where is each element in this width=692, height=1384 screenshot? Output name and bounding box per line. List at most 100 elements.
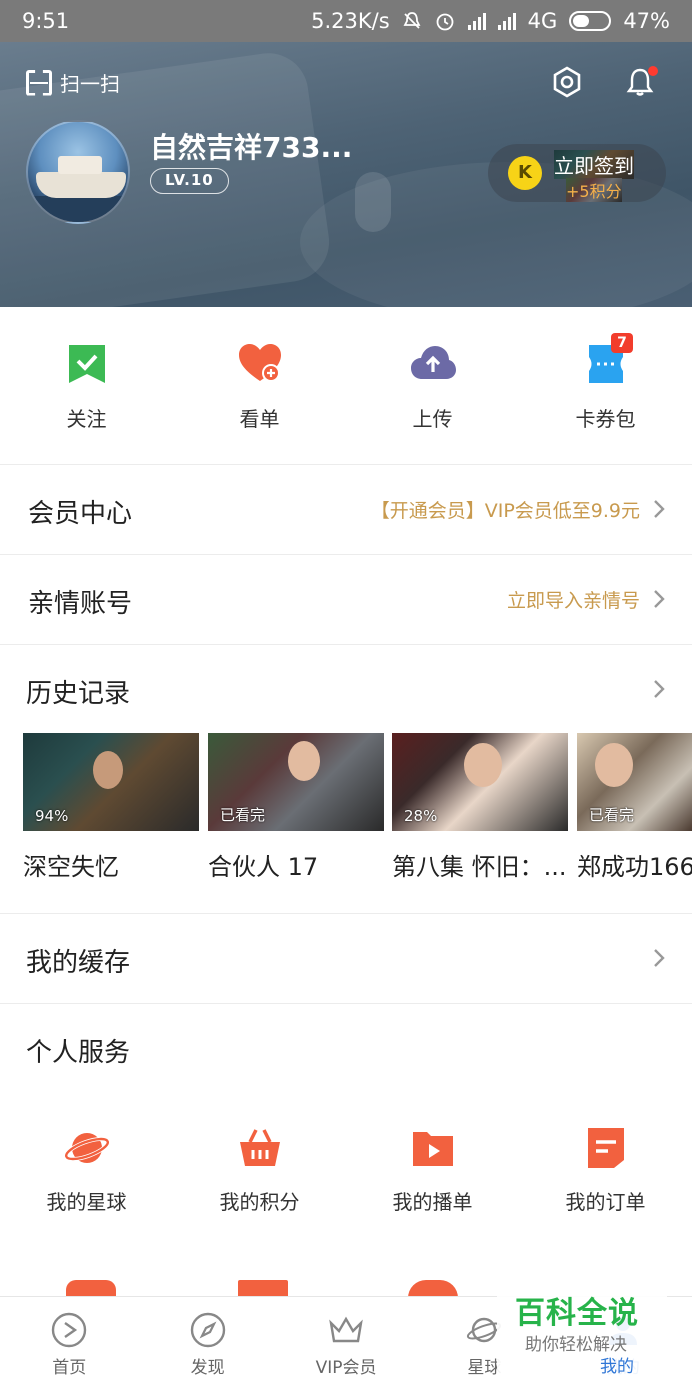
planet-icon bbox=[63, 1133, 110, 1163]
watermark-title: 百科全说 bbox=[515, 1296, 639, 1331]
history-progress: 已看完 bbox=[589, 806, 635, 824]
avatar[interactable] bbox=[26, 120, 130, 224]
chevron-right-icon bbox=[654, 680, 665, 698]
crown-icon bbox=[329, 1316, 363, 1343]
playlist-icon bbox=[412, 1132, 453, 1166]
vip-center-promo: 【开通会员】VIP会员低至9.9元 bbox=[370, 500, 640, 522]
quick-watchlist[interactable]: 看单 bbox=[173, 307, 346, 465]
play-circle-icon bbox=[52, 1312, 87, 1348]
tab-home[interactable]: 首页 bbox=[0, 1297, 138, 1384]
history-item-title: 深空失忆 bbox=[23, 853, 119, 881]
coin-icon: K bbox=[508, 156, 542, 190]
thumb-figure bbox=[464, 743, 502, 787]
bookmark-check-icon bbox=[68, 345, 105, 383]
service-playlist[interactable]: 我的播单 bbox=[346, 1110, 519, 1230]
quick-follow[interactable]: 关注 bbox=[0, 307, 173, 465]
chevron-right-icon bbox=[654, 949, 665, 967]
avatar-cabin bbox=[58, 156, 102, 174]
tab-mine-label-overlay: 我的 bbox=[600, 1357, 634, 1377]
mute-icon bbox=[403, 12, 421, 29]
vip-center-title: 会员中心 bbox=[28, 499, 133, 529]
history-progress: 94% bbox=[35, 807, 69, 825]
tab-home-label: 首页 bbox=[52, 1358, 87, 1378]
history-item[interactable]: 已看完 合伙人 17 bbox=[208, 733, 384, 882]
quick-follow-label: 关注 bbox=[66, 407, 107, 431]
history-item-title: 第八集 怀旧：... bbox=[392, 853, 567, 881]
network-type: 4G bbox=[527, 9, 558, 33]
heart-plus-icon bbox=[238, 344, 281, 382]
scan-button[interactable]: 扫一扫 bbox=[26, 68, 120, 97]
tab-discover-label: 发现 bbox=[190, 1358, 225, 1378]
service-points[interactable]: 我的积分 bbox=[173, 1110, 346, 1230]
chevron-right-icon bbox=[654, 500, 665, 518]
chevron-right-icon bbox=[654, 590, 665, 608]
scan-label: 扫一扫 bbox=[60, 72, 120, 96]
alarm-icon bbox=[436, 13, 454, 31]
avatar-boat bbox=[36, 172, 126, 198]
family-account-sub: 立即导入亲情号 bbox=[506, 590, 640, 612]
cloud-upload-icon bbox=[410, 346, 456, 379]
vip-center-row[interactable]: 会员中心 【开通会员】VIP会员低至9.9元 bbox=[0, 465, 692, 554]
video-thumbnail: 94% bbox=[23, 733, 199, 831]
order-icon bbox=[587, 1128, 624, 1168]
quick-coupons-label: 卡券包 bbox=[575, 407, 636, 431]
history-row[interactable]: 历史记录 bbox=[0, 645, 692, 734]
history-progress: 已看完 bbox=[220, 806, 266, 824]
quick-actions: 关注 看单 上传 卡券包 bbox=[0, 307, 692, 465]
compass-icon bbox=[190, 1312, 225, 1348]
signal-icon bbox=[467, 12, 486, 30]
scan-icon bbox=[26, 70, 52, 96]
quick-upload[interactable]: 上传 bbox=[346, 307, 519, 465]
battery-icon bbox=[569, 11, 612, 31]
tab-vip[interactable]: VIP会员 bbox=[277, 1297, 415, 1384]
thumb-figure bbox=[288, 741, 320, 781]
status-time: 9:51 bbox=[22, 9, 70, 33]
services-header: 个人服务 bbox=[0, 1004, 692, 1093]
family-account-row[interactable]: 亲情账号 立即导入亲情号 bbox=[0, 555, 692, 644]
video-thumbnail: 已看完 bbox=[208, 733, 384, 831]
cache-title: 我的缓存 bbox=[26, 948, 131, 978]
signal-icon-2 bbox=[497, 12, 516, 30]
history-item[interactable]: 94% 深空失忆 bbox=[23, 733, 199, 882]
quick-watchlist-label: 看单 bbox=[239, 407, 280, 431]
thumb-figure bbox=[93, 751, 123, 789]
services-title: 个人服务 bbox=[26, 1038, 131, 1068]
signin-button[interactable]: K 立即签到 +5积分 bbox=[488, 144, 666, 202]
network-speed: 5.23K/s bbox=[311, 9, 390, 33]
cache-row[interactable]: 我的缓存 bbox=[0, 914, 692, 1003]
history-item[interactable]: 已看完 郑成功166 bbox=[577, 733, 692, 882]
tab-vip-label: VIP会员 bbox=[315, 1358, 377, 1378]
service-orders-label: 我的订单 bbox=[565, 1190, 646, 1214]
family-account-title: 亲情账号 bbox=[28, 589, 133, 619]
services-grid: 我的星球 我的积分 我的播单 我的订单 bbox=[0, 1110, 692, 1230]
notification-dot bbox=[648, 66, 658, 76]
history-item[interactable]: 28% 第八集 怀旧：... bbox=[392, 733, 568, 882]
header-bg-shape-3 bbox=[355, 172, 391, 232]
quick-upload-label: 上传 bbox=[412, 407, 453, 431]
coupon-count-badge: 7 bbox=[611, 333, 633, 353]
status-bar: 9:51 5.23K/s 4G 47% bbox=[0, 0, 692, 42]
service-points-label: 我的积分 bbox=[219, 1190, 300, 1214]
quick-coupons[interactable]: 卡券包 bbox=[519, 307, 692, 465]
video-thumbnail: 28% bbox=[392, 733, 568, 831]
battery-level: 47% bbox=[623, 9, 670, 33]
watermark: 百科全说 助你轻松解决 bbox=[497, 1280, 667, 1376]
history-item-title: 合伙人 17 bbox=[208, 853, 319, 881]
signin-reward: +5积分 bbox=[566, 178, 622, 202]
history-item-title: 郑成功166 bbox=[577, 853, 692, 881]
service-playlist-label: 我的播单 bbox=[392, 1190, 473, 1214]
signin-title: 立即签到 bbox=[554, 150, 634, 179]
status-right: 5.23K/s 4G 47% bbox=[311, 9, 670, 33]
avatar-water bbox=[28, 196, 128, 222]
thumb-figure bbox=[595, 743, 633, 787]
service-planet[interactable]: 我的星球 bbox=[0, 1110, 173, 1230]
level-badge: LV.10 bbox=[150, 168, 229, 194]
history-progress: 28% bbox=[404, 807, 438, 825]
settings-icon[interactable] bbox=[552, 66, 582, 98]
video-thumbnail: 已看完 bbox=[577, 733, 692, 831]
tab-discover[interactable]: 发现 bbox=[138, 1297, 276, 1384]
service-orders[interactable]: 我的订单 bbox=[519, 1110, 692, 1230]
profile-header: 扫一扫 自然吉祥733... LV.10 K 立即签到 +5积分 bbox=[0, 42, 692, 307]
history-title: 历史记录 bbox=[26, 679, 131, 709]
username[interactable]: 自然吉祥733... bbox=[150, 126, 352, 166]
